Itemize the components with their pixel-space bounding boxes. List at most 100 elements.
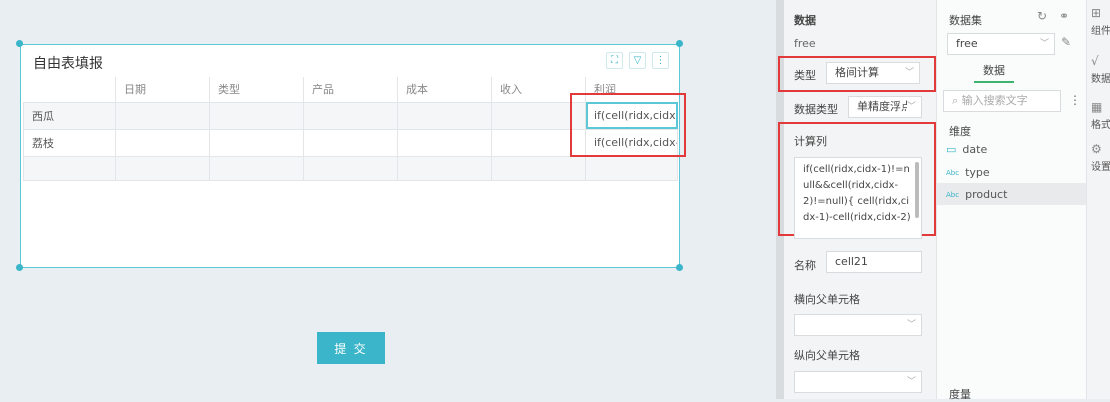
- column-header: [23, 77, 116, 103]
- chevron-down-icon: ﹀: [906, 320, 916, 330]
- refresh-icon[interactable]: ↻: [1037, 9, 1047, 23]
- search-placeholder: 输入搜索文字: [961, 94, 1028, 107]
- measure-label: 度量: [949, 388, 971, 401]
- properties-panel: 数据 free 类型 格间计算 ﹀ 数据类型 单精度浮点 ﹀ 计算列 if(ce…: [778, 0, 936, 399]
- calc-formula-text: if(cell(ridx,cidx-1)!=null&&cell(ridx,ci…: [803, 164, 911, 223]
- field-name: type: [965, 166, 990, 179]
- rail-item-component[interactable]: ⊞ 组件: [1091, 6, 1110, 37]
- tab-data[interactable]: 数据: [983, 62, 1005, 78]
- resize-handle[interactable]: [676, 264, 683, 271]
- active-tab-underline: [974, 81, 1014, 83]
- component-icon: ⊞: [1091, 6, 1102, 20]
- widget-title: 自由表填报: [33, 56, 103, 72]
- table-cell[interactable]: [209, 128, 304, 157]
- column-header-product: 产品: [303, 77, 398, 103]
- column-header-cost: 成本: [397, 77, 492, 103]
- field-item-product[interactable]: Abc product: [946, 188, 1007, 201]
- table-row: [23, 155, 678, 181]
- rail-item-label: 组件: [1091, 26, 1110, 37]
- table-cell[interactable]: [491, 128, 586, 157]
- format-icon: ▦: [1091, 100, 1103, 114]
- dataset-select-value: free: [956, 37, 978, 50]
- field-name: date: [962, 143, 988, 156]
- scrollbar[interactable]: [915, 162, 919, 218]
- rail-item-label: 设置: [1091, 162, 1110, 173]
- rail-item-format[interactable]: ▦ 格式: [1091, 100, 1110, 131]
- table-cell[interactable]: [397, 128, 492, 157]
- abc-icon: Abc: [946, 168, 960, 177]
- table-cell[interactable]: [115, 128, 210, 157]
- table-cell[interactable]: [209, 155, 304, 181]
- table-cell[interactable]: [397, 101, 492, 130]
- column-header-type: 类型: [209, 77, 304, 103]
- column-header-profit: 利润: [585, 77, 678, 103]
- table-cell[interactable]: [491, 155, 586, 181]
- search-icon: ⌕: [952, 94, 962, 107]
- table-cell[interactable]: [303, 128, 398, 157]
- rail-item-settings[interactable]: ⚙ 设置: [1091, 142, 1110, 173]
- submit-button[interactable]: 提 交: [317, 332, 385, 364]
- link-icon[interactable]: ⚭: [1059, 9, 1069, 23]
- calc-formula-input[interactable]: if(cell(ridx,cidx-1)!=null&&cell(ridx,ci…: [794, 157, 922, 239]
- dimension-label: 维度: [949, 125, 971, 138]
- calendar-icon: ▭: [946, 143, 957, 156]
- right-rail: ⊞ 组件 √ 数据 ▦ 格式 ⚙ 设置: [1086, 0, 1110, 399]
- table-cell[interactable]: [585, 155, 678, 181]
- datatype-select[interactable]: 单精度浮点 ﹀: [848, 96, 922, 118]
- table-cell[interactable]: [397, 155, 492, 181]
- chevron-down-icon: ﹀: [906, 97, 916, 117]
- table-cell[interactable]: [23, 155, 116, 181]
- edit-icon[interactable]: ✎: [1061, 35, 1071, 49]
- resize-handle[interactable]: [16, 40, 23, 47]
- table-cell[interactable]: [115, 101, 210, 130]
- more-icon[interactable]: ⋮: [1069, 93, 1081, 107]
- data-icon: √: [1091, 54, 1099, 68]
- column-header-income: 收入: [491, 77, 586, 103]
- field-item-type[interactable]: Abc type: [946, 166, 990, 179]
- free-form-table-widget[interactable]: 自由表填报 ⛶ ▽ ⋮ 日期 类型 产品 成本 收入 利润 西瓜 if(cell…: [20, 44, 680, 268]
- chevron-down-icon: ﹀: [904, 68, 914, 78]
- rail-item-data[interactable]: √ 数据: [1091, 54, 1110, 85]
- field-search-input[interactable]: ⌕ 输入搜索文字: [943, 90, 1061, 112]
- table-cell[interactable]: 荔枝: [23, 128, 116, 157]
- calc-column-label: 计算列: [794, 135, 827, 148]
- table-row: 荔枝 if(cell(ridx,cidx-1): [23, 128, 678, 157]
- field-name: product: [965, 188, 1008, 201]
- panel-splitter[interactable]: [776, 0, 784, 399]
- data-table: 日期 类型 产品 成本 收入 利润 西瓜 if(cell(ridx,cidx-1…: [23, 77, 678, 181]
- h-parent-select[interactable]: ﹀: [794, 314, 922, 336]
- dataset-name: free: [794, 37, 816, 50]
- chevron-down-icon: ﹀: [1039, 39, 1049, 49]
- datatype-label: 数据类型: [794, 103, 838, 116]
- table-cell[interactable]: [303, 101, 398, 130]
- selected-formula-cell[interactable]: if(cell(ridx,cidx-1): [585, 101, 678, 130]
- table-cell[interactable]: [303, 155, 398, 181]
- type-select[interactable]: 格间计算 ﹀: [826, 62, 920, 84]
- filter-icon[interactable]: ▽: [629, 52, 646, 69]
- h-parent-label: 横向父单元格: [794, 293, 860, 306]
- v-parent-label: 纵向父单元格: [794, 349, 860, 362]
- fullscreen-icon[interactable]: ⛶: [606, 52, 623, 69]
- table-cell[interactable]: 西瓜: [23, 101, 116, 130]
- canvas-area: 自由表填报 ⛶ ▽ ⋮ 日期 类型 产品 成本 收入 利润 西瓜 if(cell…: [0, 0, 776, 399]
- field-item-date[interactable]: ▭ date: [946, 143, 987, 156]
- dataset-header: 数据集: [949, 14, 982, 27]
- name-label: 名称: [794, 259, 816, 272]
- table-cell[interactable]: [209, 101, 304, 130]
- formula-cell[interactable]: if(cell(ridx,cidx-1): [585, 128, 678, 157]
- dataset-select[interactable]: free ﹀: [947, 33, 1055, 55]
- rail-item-label: 数据: [1091, 74, 1110, 85]
- type-label: 类型: [794, 69, 816, 82]
- datatype-select-value: 单精度浮点: [857, 100, 912, 113]
- resize-handle[interactable]: [676, 40, 683, 47]
- abc-icon: Abc: [946, 190, 960, 199]
- table-cell[interactable]: [491, 101, 586, 130]
- chevron-down-icon: ﹀: [906, 377, 916, 387]
- resize-handle[interactable]: [16, 264, 23, 271]
- more-icon[interactable]: ⋮: [652, 52, 669, 69]
- name-input[interactable]: cell21: [826, 251, 922, 273]
- v-parent-select[interactable]: ﹀: [794, 371, 922, 393]
- table-cell[interactable]: [115, 155, 210, 181]
- table-row: 西瓜 if(cell(ridx,cidx-1): [23, 101, 678, 130]
- panel-header: 数据: [794, 14, 816, 27]
